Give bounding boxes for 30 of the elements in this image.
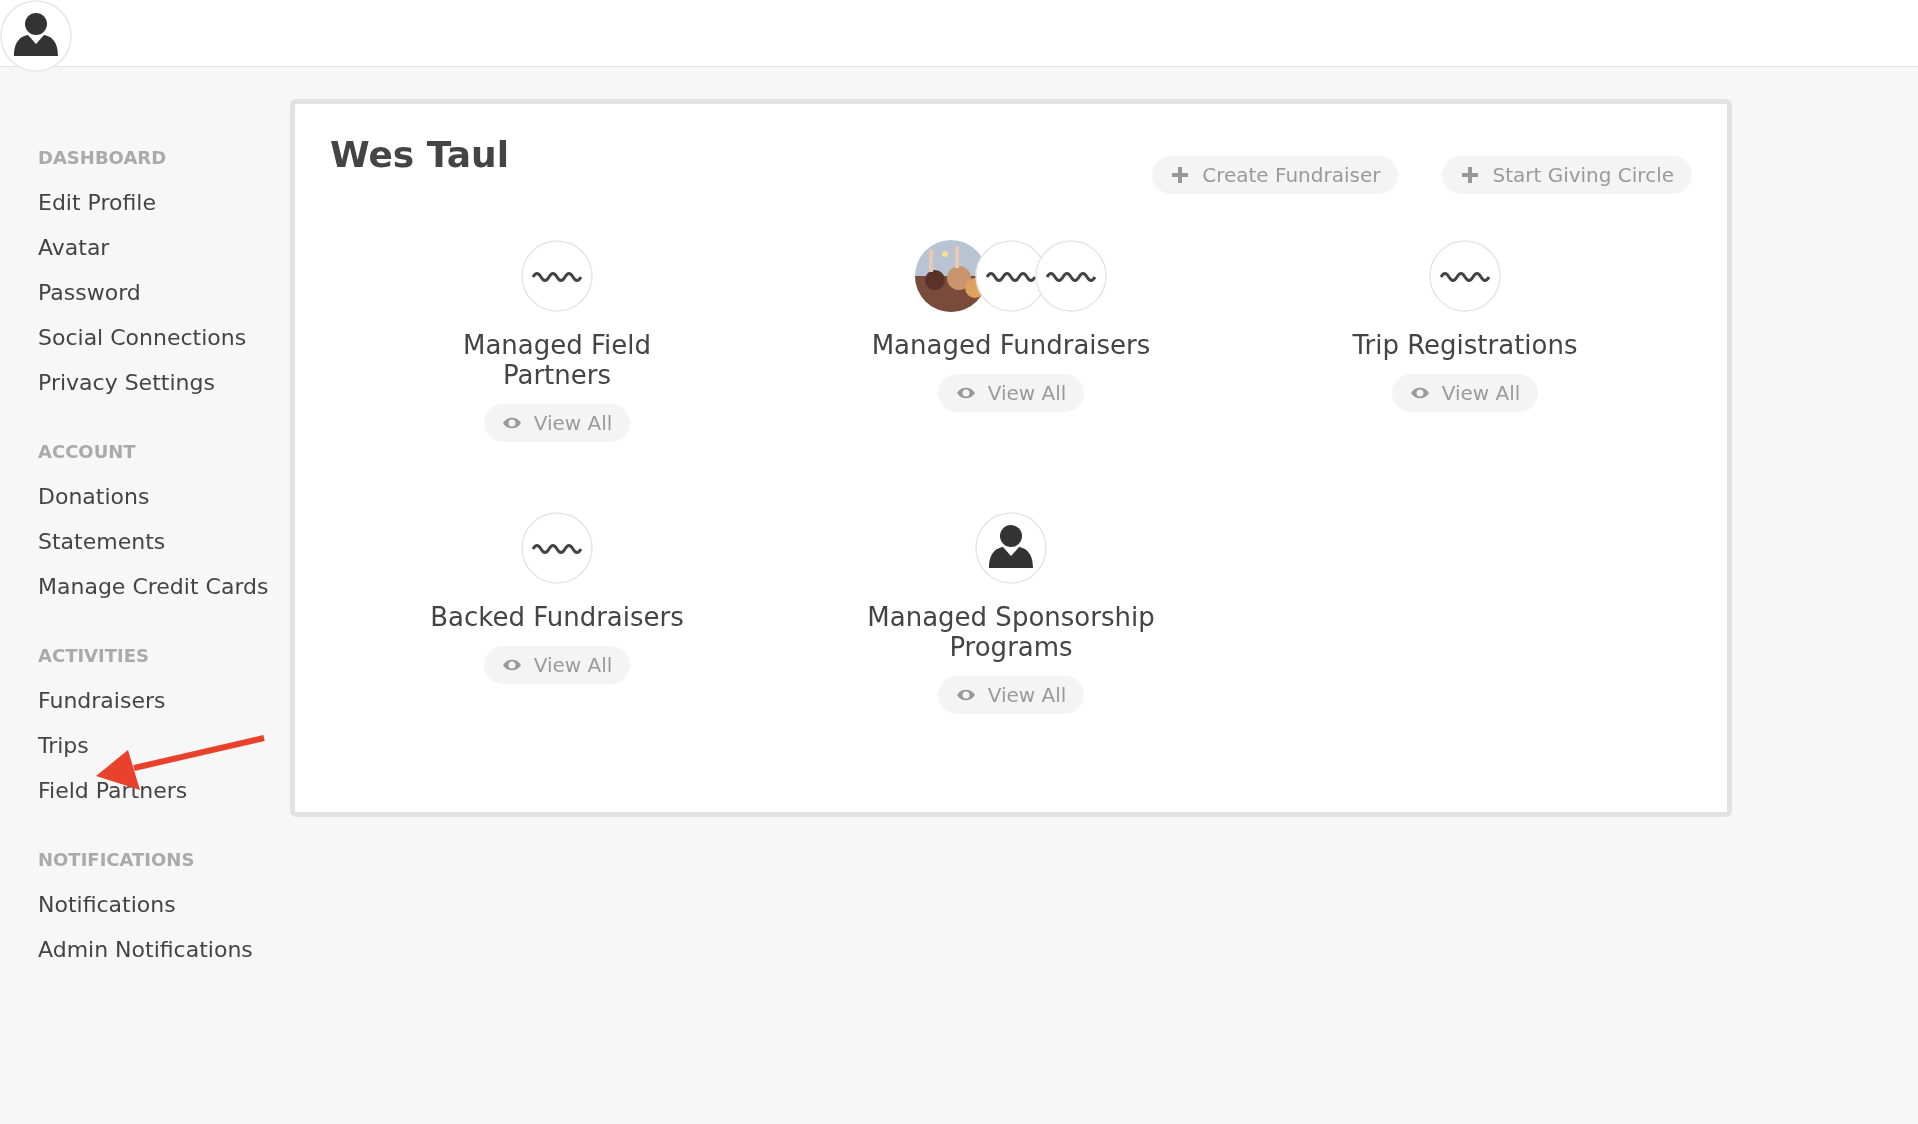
section-heading: ACTIVITIES xyxy=(38,645,150,666)
sidebar-link[interactable]: Manage Credit Cards xyxy=(38,564,269,609)
sidebar-link[interactable]: Field Partners xyxy=(38,768,188,813)
logo-icon xyxy=(1035,240,1107,312)
section-title: Managed Sponsorship Programs xyxy=(866,602,1156,662)
plus-icon xyxy=(1170,165,1191,185)
plus-icon xyxy=(1460,165,1481,185)
sidebar-link[interactable]: Social Connections xyxy=(38,315,247,360)
section-title: Managed Fundraisers xyxy=(870,330,1152,360)
profile-name: Wes Taul xyxy=(330,134,510,175)
section-title: Managed Field Partners xyxy=(461,330,653,390)
logo-icon xyxy=(521,240,593,312)
logo-icon xyxy=(1429,240,1501,312)
sidebar-link[interactable]: Donations xyxy=(38,474,150,519)
sidebar-link[interactable]: Fundraisers xyxy=(38,678,166,723)
sidebar-link[interactable]: Avatar xyxy=(38,225,110,270)
section-heading: ACCOUNT xyxy=(38,441,137,462)
sidebar-link[interactable]: Privacy Settings xyxy=(38,360,215,405)
sidebar-link[interactable]: Statements xyxy=(38,519,166,564)
section-heading: DASHBOARD xyxy=(38,147,168,168)
sidebar-link[interactable]: Trips xyxy=(38,723,89,768)
section-title: Backed Fundraisers xyxy=(429,602,685,632)
section-heading: NOTIFICATIONS xyxy=(38,849,196,870)
sidebar-link[interactable]: Notifications xyxy=(38,882,176,927)
logo-icon xyxy=(521,512,593,584)
section-title: Trip Registrations xyxy=(1351,330,1579,360)
person-icon xyxy=(975,512,1047,584)
sidebar-link[interactable]: Password xyxy=(38,270,141,315)
sidebar-link[interactable]: Admin Notifications xyxy=(38,927,253,972)
sidebar-link[interactable]: Edit Profile xyxy=(38,180,156,225)
